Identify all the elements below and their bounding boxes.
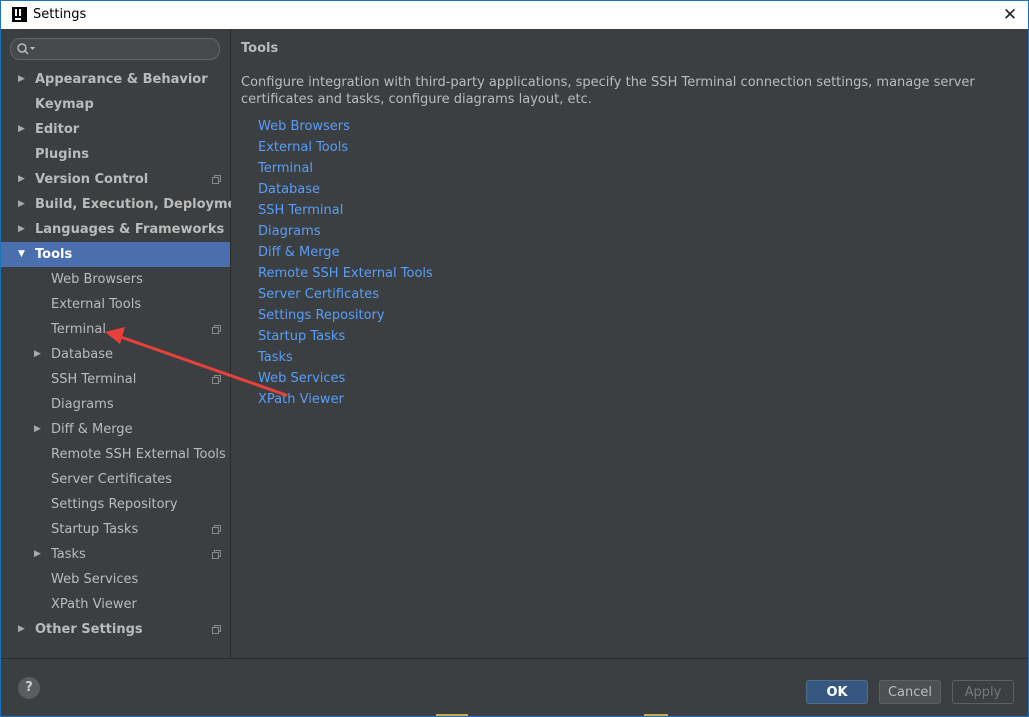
page-description: Configure integration with third-party a… bbox=[241, 75, 975, 107]
expand-arrow-icon[interactable]: ▶ bbox=[34, 342, 44, 367]
link-database[interactable]: Database bbox=[258, 182, 320, 197]
expand-arrow-icon[interactable]: ▶ bbox=[34, 542, 44, 567]
link-terminal[interactable]: Terminal bbox=[258, 161, 313, 176]
tree-item-settings-repository[interactable]: Settings Repository bbox=[1, 492, 230, 517]
tree-item-ssh-terminal[interactable]: SSH Terminal bbox=[1, 367, 230, 392]
dialog-footer: ? OK Cancel Apply bbox=[1, 658, 1028, 716]
link-diff-merge[interactable]: Diff & Merge bbox=[258, 245, 340, 260]
project-settings-icon bbox=[212, 375, 221, 384]
expand-arrow-icon[interactable]: ▶ bbox=[18, 67, 28, 92]
help-button[interactable]: ? bbox=[18, 677, 40, 699]
project-settings-icon bbox=[212, 325, 221, 334]
expand-arrow-icon[interactable]: ▶ bbox=[18, 117, 28, 142]
tree-item-diff-merge[interactable]: ▶ Diff & Merge bbox=[1, 417, 230, 442]
tree-item-editor[interactable]: ▶ Editor bbox=[1, 117, 230, 142]
tree-item-terminal[interactable]: Terminal bbox=[1, 317, 230, 342]
link-server-certificates[interactable]: Server Certificates bbox=[258, 287, 379, 302]
tree-item-keymap[interactable]: Keymap bbox=[1, 92, 230, 117]
link-diagrams[interactable]: Diagrams bbox=[258, 224, 321, 239]
tree-item-database[interactable]: ▶ Database bbox=[1, 342, 230, 367]
intellij-icon bbox=[12, 7, 27, 22]
expand-arrow-icon[interactable]: ▶ bbox=[18, 617, 28, 642]
link-startup-tasks[interactable]: Startup Tasks bbox=[258, 329, 345, 344]
tree-item-tools[interactable]: ▼ Tools bbox=[1, 242, 230, 267]
ok-button[interactable]: OK bbox=[806, 680, 868, 704]
title-bar: Settings ✕ bbox=[1, 1, 1028, 29]
settings-tree: ▶ Appearance & Behavior Keymap ▶ Editor … bbox=[1, 29, 252, 658]
close-icon[interactable]: ✕ bbox=[998, 3, 1022, 27]
link-remote-ssh-external-tools[interactable]: Remote SSH External Tools bbox=[258, 266, 433, 281]
tree-item-diagrams[interactable]: Diagrams bbox=[1, 392, 230, 417]
collapse-arrow-icon[interactable]: ▼ bbox=[18, 242, 28, 267]
expand-arrow-icon[interactable]: ▶ bbox=[34, 417, 44, 442]
link-xpath-viewer[interactable]: XPath Viewer bbox=[258, 392, 344, 407]
expand-arrow-icon[interactable]: ▶ bbox=[18, 167, 28, 192]
link-settings-repository[interactable]: Settings Repository bbox=[258, 308, 385, 323]
search-icon[interactable] bbox=[16, 42, 38, 56]
page-title: Tools bbox=[241, 41, 279, 56]
tree-item-languages-frameworks[interactable]: ▶ Languages & Frameworks bbox=[1, 217, 230, 242]
tree-item-tasks[interactable]: ▶ Tasks bbox=[1, 542, 230, 567]
tree-item-build-execution-deployment[interactable]: ▶ Build, Execution, Deployment bbox=[1, 192, 252, 217]
link-web-services[interactable]: Web Services bbox=[258, 371, 345, 386]
search-field[interactable] bbox=[10, 38, 220, 60]
window-title: Settings bbox=[33, 7, 87, 22]
tree-item-web-browsers[interactable]: Web Browsers bbox=[1, 267, 230, 292]
link-tasks[interactable]: Tasks bbox=[258, 350, 293, 365]
link-external-tools[interactable]: External Tools bbox=[258, 140, 348, 155]
tree-item-version-control[interactable]: ▶ Version Control bbox=[1, 167, 230, 192]
tree-item-server-certificates[interactable]: Server Certificates bbox=[1, 467, 230, 492]
tree-item-startup-tasks[interactable]: Startup Tasks bbox=[1, 517, 230, 542]
settings-dialog: Settings ✕ ▶ Appearance & Behavior Keyma… bbox=[0, 0, 1029, 717]
expand-arrow-icon[interactable]: ▶ bbox=[18, 192, 28, 217]
link-ssh-terminal[interactable]: SSH Terminal bbox=[258, 203, 343, 218]
tree-item-plugins[interactable]: Plugins bbox=[1, 142, 230, 167]
project-settings-icon bbox=[212, 550, 221, 559]
tree-item-external-tools[interactable]: External Tools bbox=[1, 292, 230, 317]
project-settings-icon bbox=[212, 175, 221, 184]
link-web-browsers[interactable]: Web Browsers bbox=[258, 119, 350, 134]
cancel-button[interactable]: Cancel bbox=[879, 680, 941, 704]
settings-content-panel: Tools Configure integration with third-p… bbox=[231, 29, 1028, 658]
project-settings-icon bbox=[212, 625, 221, 634]
apply-button[interactable]: Apply bbox=[952, 680, 1014, 704]
project-settings-icon bbox=[212, 525, 221, 534]
tree-item-appearance-behavior[interactable]: ▶ Appearance & Behavior bbox=[1, 67, 230, 92]
expand-arrow-icon[interactable]: ▶ bbox=[18, 217, 28, 242]
tree-item-xpath-viewer[interactable]: XPath Viewer bbox=[1, 592, 230, 617]
tree-item-remote-ssh-external-tools[interactable]: Remote SSH External Tools bbox=[1, 442, 230, 467]
tree-item-other-settings[interactable]: ▶ Other Settings bbox=[1, 617, 230, 642]
tree-item-web-services[interactable]: Web Services bbox=[1, 567, 230, 592]
